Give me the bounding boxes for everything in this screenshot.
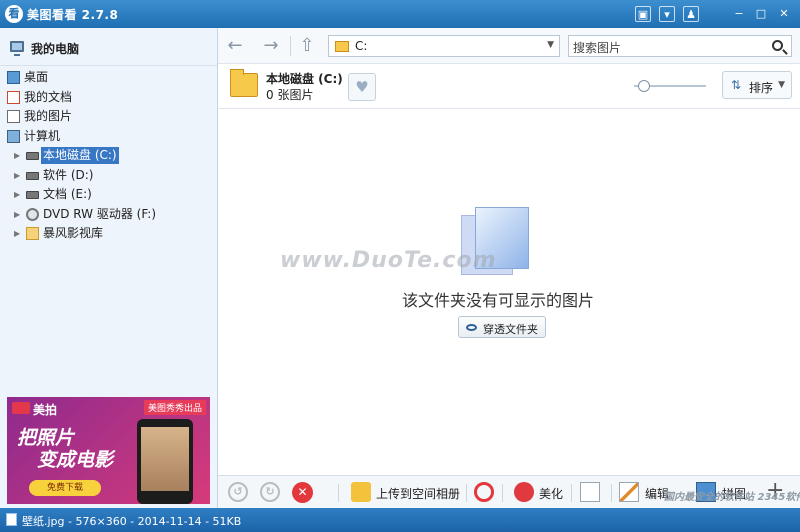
status-bar: 壁纸.jpg - 576×360 - 2014-11-14 - 51KB [0,508,800,532]
drive-icon [26,191,39,199]
file-icon [6,513,17,526]
tree-item-label: 本地磁盘 (C:) [41,147,119,164]
tree-item-desktop[interactable]: 桌面 [0,68,218,88]
tree-item-computer[interactable]: 计算机 [0,127,218,147]
tree-item-label: 文档 (E:) [43,187,92,201]
tree-item-label: 软件 (D:) [43,167,94,182]
thumbnail-area: www.DuoTe.com 该文件夹没有可显示的图片 穿透文件夹 [218,110,800,475]
expand-arrow-icon[interactable]: ▶ [14,166,20,185]
image-count: 0 张图片 [266,88,314,102]
expand-arrow-icon[interactable]: ▶ [14,146,20,165]
chevron-down-icon[interactable]: ▼ [547,40,554,50]
folder-icon [230,69,258,97]
sidebar: 我的电脑 桌面 我的文档 我的图片 计算机 ▶ 本地磁盘 (C:) ▶ 软件 (… [0,28,218,508]
sort-button[interactable]: ⇅ 排序 ▼ [722,71,792,99]
tree-item-label: 我的图片 [24,109,73,123]
delete-icon[interactable]: ✕ [292,482,313,503]
tree-item-documents[interactable]: 我的文档 [0,88,218,108]
beautify-icon[interactable] [514,482,534,502]
slideshow-icon[interactable] [580,482,600,502]
meipai-logo-icon [12,402,30,414]
my-computer-icon [10,41,24,56]
tree-item-label: 我的文档 [24,89,73,104]
tree-item-label: 暴风影视库 [43,226,104,240]
folder-title: 本地磁盘 (C:) [266,72,343,86]
weibo-icon[interactable] [474,482,494,502]
tree-item-dvd-f[interactable]: ▶ DVD RW 驱动器 (F:) [0,205,218,225]
corner-watermark: 国内最安全的软件站 2345软件大全 [664,492,800,503]
meipai-ad-banner[interactable]: 美拍 美图秀秀出品 把照片 变成电影 免费下载 [7,397,210,504]
favorite-heart-icon[interactable]: ♥ [348,73,376,101]
app-logo-icon: 看 [5,5,23,23]
expand-arrow-icon[interactable]: ▶ [14,224,20,243]
penetrate-folder-button[interactable]: 穿透文件夹 [458,316,546,338]
drive-icon [26,152,39,160]
computer-icon [7,129,20,143]
zoom-slider[interactable] [634,80,706,92]
up-folder-icon[interactable]: ⇧ [296,35,318,57]
sidebar-header[interactable]: 我的电脑 [0,28,217,66]
sort-label: 排序 [749,81,774,95]
address-bar[interactable]: C: ▼ [328,35,560,57]
nav-toolbar: ← → ⇧ C: ▼ 搜索图片 [218,28,800,64]
expand-arrow-icon[interactable]: ▶ [14,185,20,204]
rotate-right-icon[interactable]: ↻ [260,482,280,502]
back-arrow-icon[interactable]: ← [224,35,246,57]
miniplayer-icon[interactable]: ▣ [635,6,651,22]
search-input[interactable]: 搜索图片 [568,35,792,57]
ad-tag: 美图秀秀出品 [143,400,206,415]
tree-item-drive-c[interactable]: ▶ 本地磁盘 (C:) [0,146,218,166]
expand-arrow-icon[interactable]: ▶ [14,205,20,224]
empty-message: 该文件夹没有可显示的图片 [402,291,595,310]
skin-icon[interactable]: ♟ [683,6,699,22]
tree-item-drive-d[interactable]: ▶ 软件 (D:) [0,166,218,186]
close-icon[interactable]: ✕ [776,6,792,22]
ad-headline-2: 变成电影 [37,449,114,471]
folder-tree: 桌面 我的文档 我的图片 计算机 ▶ 本地磁盘 (C:) ▶ 软件 (D:) ▶… [0,68,218,244]
ad-logo-text: 美拍 [33,403,58,417]
maximize-icon[interactable]: □ [753,6,769,22]
minimize-icon[interactable]: − [731,6,747,22]
ad-download-button[interactable]: 免费下载 [29,480,101,496]
tree-item-baofeng[interactable]: ▶ 暴风影视库 [0,224,218,244]
toolbar-divider [290,36,291,56]
status-text: 壁纸.jpg - 576×360 - 2014-11-14 - 51KB [22,515,242,528]
search-placeholder: 搜索图片 [573,41,622,55]
chevron-down-icon: ▼ [778,80,785,90]
eye-icon [466,324,477,331]
menu-icon[interactable]: ▾ [659,6,675,22]
penetrate-folder-label: 穿透文件夹 [483,323,538,336]
folder-icon [335,41,349,52]
search-icon[interactable] [772,40,783,51]
drive-icon [26,171,39,180]
zoom-slider-knob[interactable] [637,80,650,92]
edit-icon[interactable] [619,482,639,502]
rotate-left-icon[interactable]: ↺ [228,482,248,502]
title-bar: 看 美图看看 2.7.8 ▣ ▾ ♟ − □ ✕ [0,0,800,28]
upload-album-button[interactable]: 上传到空间相册 [376,485,460,502]
window-title: 美图看看 2.7.8 [27,8,119,22]
watermark-text: www.DuoTe.com [280,248,497,273]
tree-item-label: 桌面 [24,70,49,84]
tree-item-label: 计算机 [24,128,61,143]
tree-item-label: DVD RW 驱动器 (F:) [43,206,157,221]
sidebar-header-label: 我的电脑 [31,42,80,56]
address-value: C: [355,39,368,53]
folder-icon [26,227,39,240]
folder-info-bar: 本地磁盘 (C:) 0 张图片 ♥ ⇅ 排序 ▼ [218,65,800,109]
desktop-icon [7,71,20,84]
beautify-button[interactable]: 美化 [539,485,563,502]
tree-item-drive-e[interactable]: ▶ 文档 (E:) [0,185,218,205]
documents-icon [7,90,20,104]
forward-arrow-icon[interactable]: → [260,35,282,57]
upload-album-icon[interactable] [351,482,371,502]
dvd-icon [26,207,39,221]
tree-item-pictures[interactable]: 我的图片 [0,107,218,127]
ad-phone-image [137,419,193,504]
sort-icon: ⇅ [731,78,742,92]
pictures-icon [7,110,20,123]
